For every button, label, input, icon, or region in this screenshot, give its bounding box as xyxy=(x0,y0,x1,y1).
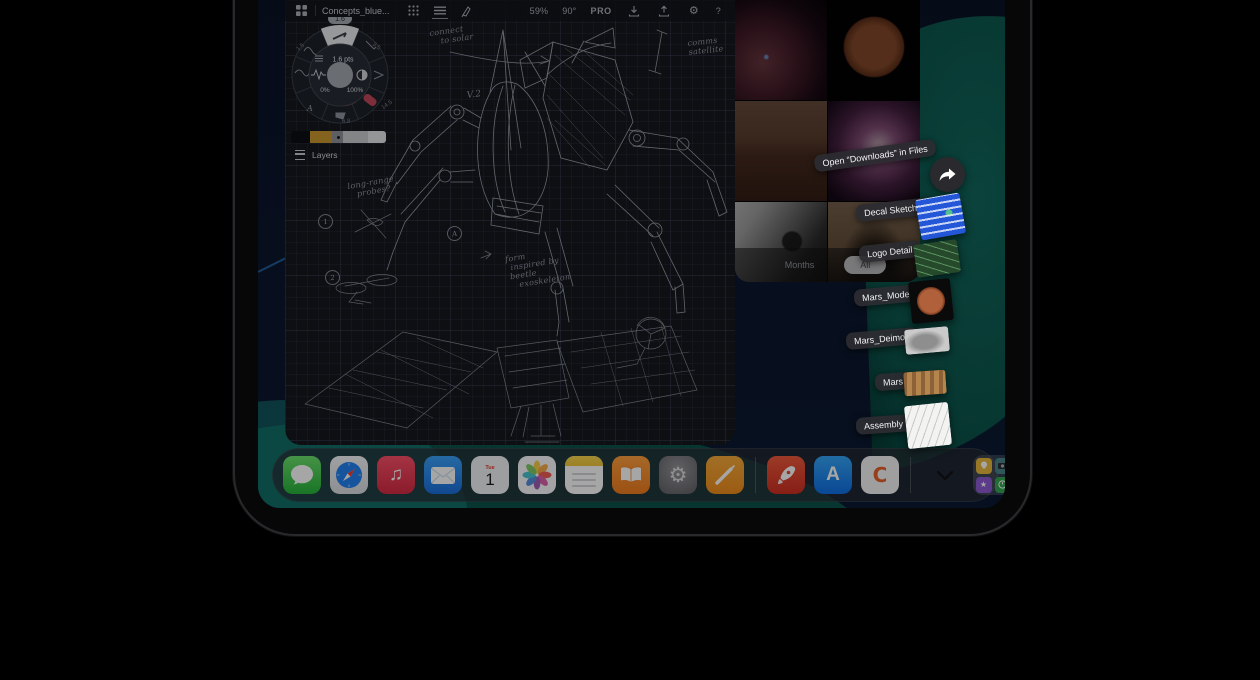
drag-thumb-assembly[interactable] xyxy=(904,402,952,449)
drag-action-label[interactable]: Open “Downloads” in Files xyxy=(813,139,936,173)
share-forward-button[interactable] xyxy=(930,157,965,192)
forward-arrow-icon xyxy=(939,168,956,182)
drag-item-label[interactable]: Assembly xyxy=(855,414,911,435)
drag-thumb-logo-detail[interactable] xyxy=(913,239,961,278)
drag-thumb-decal-sketches[interactable] xyxy=(915,192,966,240)
drag-thumb-mars-model[interactable] xyxy=(908,278,954,324)
drag-item-label[interactable]: Logo Detail xyxy=(858,240,921,263)
ipad-screen: connect to solar comms satellite V.2 lon… xyxy=(258,0,1005,508)
drag-and-drop-layer: Open “Downloads” in Files Decal Sketches… xyxy=(258,0,1005,508)
drag-thumb-mars-deimos[interactable] xyxy=(904,326,950,355)
drag-thumb-mars[interactable] xyxy=(903,370,947,397)
